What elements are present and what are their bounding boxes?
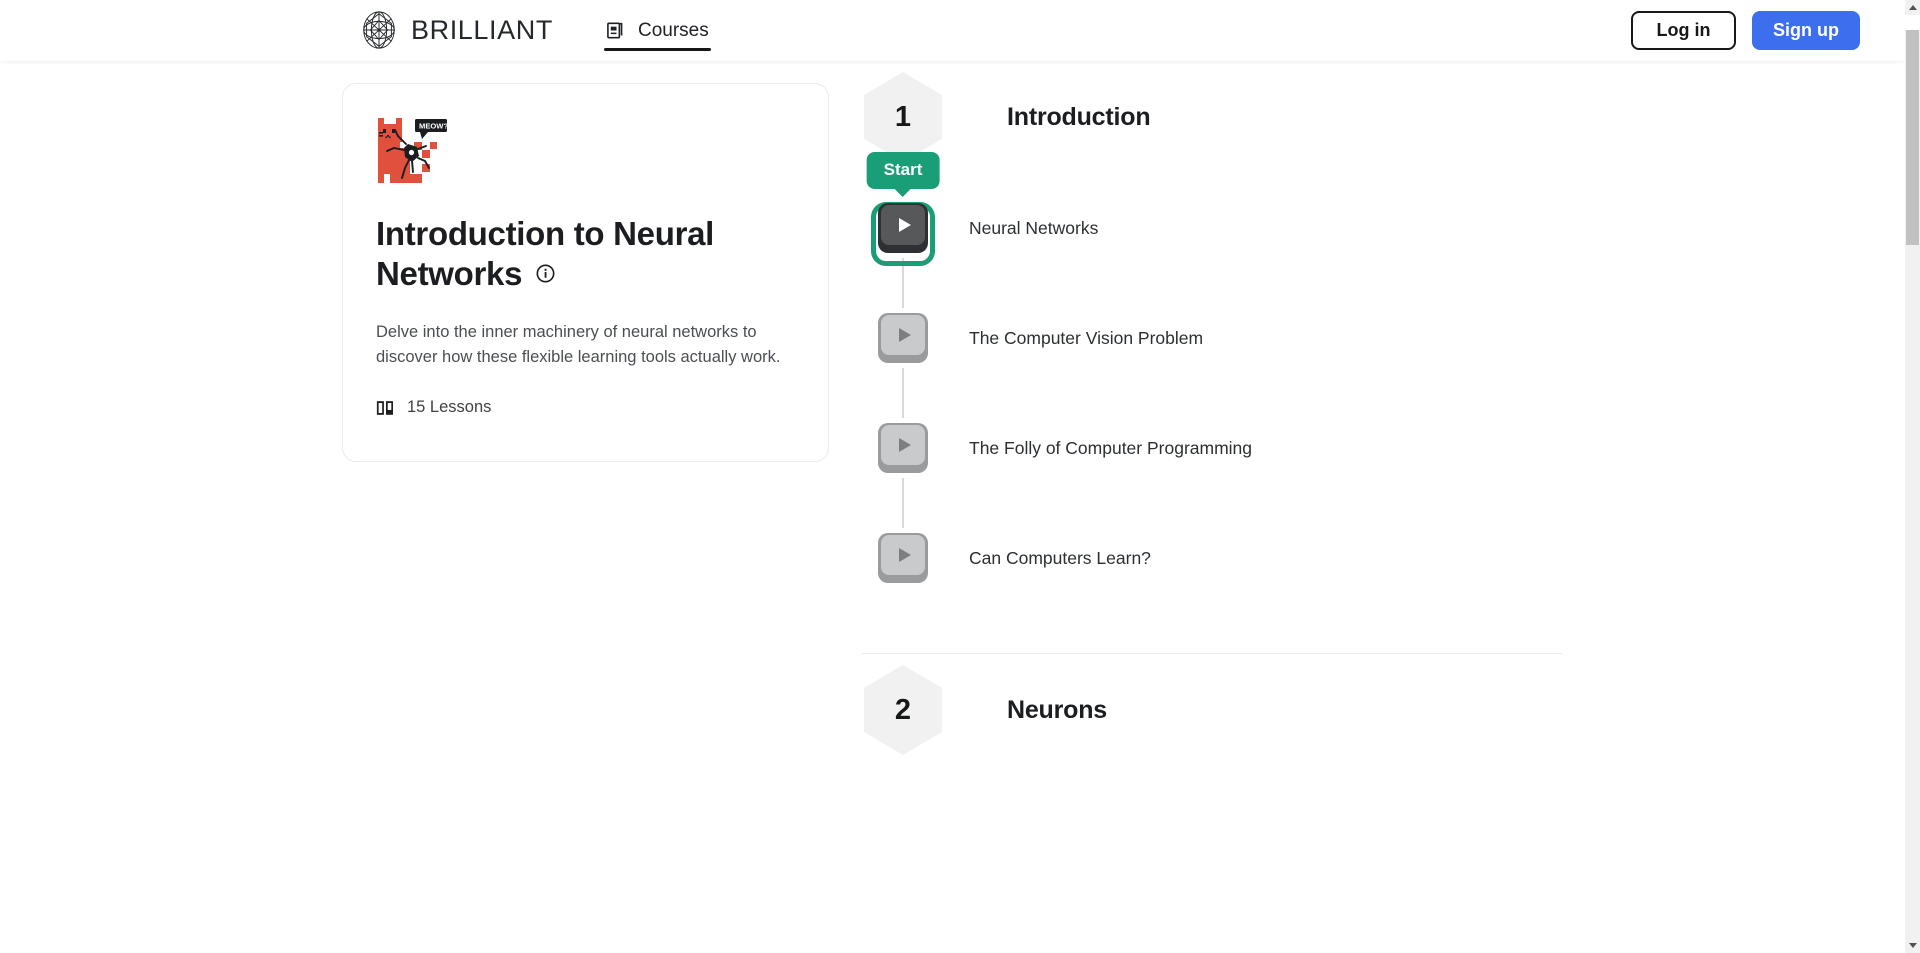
svg-text:MEOW?: MEOW? bbox=[419, 122, 448, 131]
brand-name: BRILLIANT bbox=[411, 14, 553, 45]
course-summary-card: MEOW? Introduction to Neural Networks De… bbox=[342, 83, 829, 462]
unit-2-number: 2 bbox=[894, 693, 912, 726]
course-title-wrapper: Introduction to Neural Networks bbox=[376, 214, 776, 294]
unit-1-lesson-list: Start Neural Networks The Computer Visio… bbox=[862, 152, 1592, 653]
lessons-count-label: 15 Lessons bbox=[407, 398, 492, 416]
tab-courses-label: Courses bbox=[638, 19, 709, 41]
page-body: MEOW? Introduction to Neural Networks De… bbox=[0, 61, 1905, 953]
lesson-play-button-locked[interactable] bbox=[878, 313, 928, 363]
site-header: BRILLIANT Courses Log in Sign up bbox=[0, 0, 1905, 61]
lesson-node-cell: Start bbox=[862, 152, 944, 266]
auth-button-group: Log in Sign up bbox=[1631, 11, 1860, 50]
lesson-label[interactable]: Neural Networks bbox=[969, 218, 1098, 239]
lesson-play-button-locked[interactable] bbox=[878, 423, 928, 473]
signup-button[interactable]: Sign up bbox=[1752, 11, 1860, 50]
course-description: Delve into the inner machinery of neural… bbox=[376, 322, 781, 366]
unit-1-number: 1 bbox=[894, 100, 912, 133]
login-button[interactable]: Log in bbox=[1631, 11, 1736, 50]
unit-1-title: Introduction bbox=[1007, 102, 1151, 131]
scroll-up-arrow-icon[interactable] bbox=[1905, 0, 1920, 15]
unit-2-number-hex: 2 bbox=[862, 664, 944, 756]
lessons-count-row: 15 Lessons bbox=[376, 398, 795, 417]
brilliant-globe-logo-icon bbox=[363, 11, 395, 49]
pixel-cat-neuron-meow-art-icon: MEOW? bbox=[378, 118, 448, 183]
play-triangle-icon bbox=[898, 218, 911, 232]
open-book-icon bbox=[376, 400, 393, 415]
keycap-top bbox=[881, 205, 925, 245]
lesson-label[interactable]: The Folly of Computer Programming bbox=[969, 438, 1252, 459]
lesson-node-cell bbox=[862, 423, 944, 473]
lesson-node-cell bbox=[862, 533, 944, 583]
info-circle-icon[interactable] bbox=[536, 264, 555, 283]
scroll-down-arrow-icon[interactable] bbox=[1905, 938, 1920, 953]
keycap-top bbox=[881, 425, 925, 465]
unit-2: 2 Neurons bbox=[862, 654, 1592, 766]
lesson-node-cell bbox=[862, 313, 944, 363]
courses-card-stack-icon bbox=[607, 22, 623, 39]
lesson-row[interactable]: Start Neural Networks bbox=[862, 152, 1592, 283]
tab-active-underline bbox=[604, 48, 711, 51]
play-triangle-icon bbox=[898, 328, 911, 342]
unit-2-title: Neurons bbox=[1007, 695, 1108, 724]
syllabus-column: 1 Introduction Start Neural Networks The… bbox=[862, 61, 1592, 766]
lesson-label[interactable]: The Computer Vision Problem bbox=[969, 328, 1203, 349]
unit-1-number-hex: 1 bbox=[862, 71, 944, 163]
keycap-top bbox=[881, 315, 925, 355]
lesson-row[interactable]: The Computer Vision Problem bbox=[862, 283, 1592, 393]
unit-1-header: 1 Introduction bbox=[862, 61, 1592, 173]
vertical-scrollbar[interactable] bbox=[1905, 0, 1920, 953]
scrollbar-track-top[interactable] bbox=[1905, 15, 1920, 30]
lesson-row[interactable]: Can Computers Learn? bbox=[862, 503, 1592, 613]
tab-courses[interactable]: Courses bbox=[604, 0, 711, 61]
lesson-row[interactable]: The Folly of Computer Programming bbox=[862, 393, 1592, 503]
keycap-top bbox=[881, 535, 925, 575]
start-badge[interactable]: Start bbox=[866, 152, 940, 189]
play-triangle-icon bbox=[898, 438, 911, 452]
lesson-play-button-locked[interactable] bbox=[878, 533, 928, 583]
lesson-play-button-active[interactable]: Start bbox=[866, 152, 940, 266]
unit-1: 1 Introduction Start Neural Networks The… bbox=[862, 61, 1592, 653]
play-triangle-icon bbox=[898, 548, 911, 562]
brand-logo-link[interactable]: BRILLIANT bbox=[358, 9, 553, 51]
scrollbar-thumb[interactable] bbox=[1906, 30, 1919, 245]
unit-2-header: 2 Neurons bbox=[862, 654, 1592, 766]
lesson-label[interactable]: Can Computers Learn? bbox=[969, 548, 1151, 569]
